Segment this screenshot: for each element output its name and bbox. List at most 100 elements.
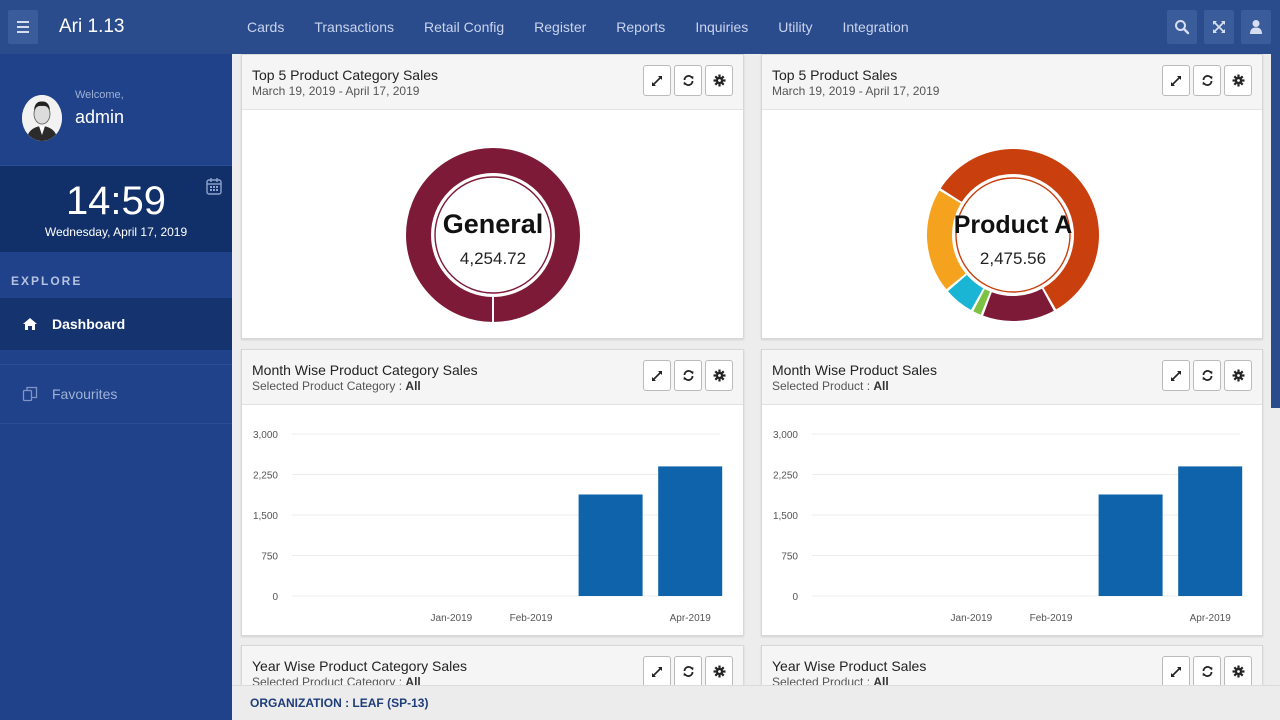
expand-button[interactable] [1162, 65, 1190, 96]
refresh-icon [683, 370, 693, 381]
top-bar: Ari 1.13 Cards Transactions Retail Confi… [0, 0, 1280, 54]
nav-integration[interactable]: Integration [827, 19, 923, 35]
top-category-sales-panel: Top 5 Product Category Sales March 19, 2… [241, 54, 744, 339]
category-donut-chart: General 4,254.72 [406, 148, 580, 322]
panel-date-range: March 19, 2019 - April 17, 2019 [772, 84, 940, 98]
x-tick-label: Jan-2019 [951, 613, 993, 624]
nav-reports[interactable]: Reports [601, 19, 680, 35]
gear-icon [1232, 74, 1244, 87]
expand-button[interactable] [1162, 360, 1190, 391]
calendar-icon[interactable] [206, 177, 222, 195]
organization-label: ORGANIZATION : LEAF (SP-13) [250, 696, 429, 710]
donut-center-value: 4,254.72 [460, 249, 526, 268]
bar[interactable] [658, 466, 723, 596]
home-icon [23, 318, 37, 330]
fullscreen-icon [1213, 21, 1225, 33]
y-tick-label: 750 [781, 552, 798, 563]
settings-button[interactable] [1224, 656, 1252, 687]
refresh-icon [1202, 370, 1212, 381]
refresh-button[interactable] [1193, 65, 1221, 96]
y-tick-label: 750 [261, 552, 278, 563]
donut-slice[interactable] [927, 190, 966, 290]
user-panel: Welcome, admin [0, 54, 232, 166]
donut-slice[interactable] [983, 288, 1054, 321]
expand-icon [652, 370, 662, 381]
bar[interactable] [1098, 494, 1163, 596]
settings-button[interactable] [705, 65, 733, 96]
y-tick-label: 1,500 [253, 511, 278, 522]
sidebar-item-favourites[interactable]: Favourites [0, 364, 232, 424]
panel-title: Top 5 Product Category Sales [252, 67, 438, 83]
panel-date-range: March 19, 2019 - April 17, 2019 [252, 84, 420, 98]
panel-title: Year Wise Product Sales [772, 658, 927, 674]
month-product-bar-chart: 0 750 1,500 2,250 3,000 Jan-2019 Feb-2019 Apr-2… [773, 430, 1243, 624]
welcome-text: Welcome, [75, 89, 124, 101]
bar[interactable] [578, 494, 643, 596]
y-tick-label: 3,000 [773, 430, 798, 441]
clock-date: Wednesday, April 17, 2019 [44, 225, 188, 239]
panel-title: Top 5 Product Sales [772, 67, 898, 83]
menu-toggle-button[interactable] [8, 10, 38, 44]
page-scrollbar[interactable] [1271, 54, 1280, 408]
settings-button[interactable] [1224, 65, 1252, 96]
explore-section-label: EXPLORE [11, 274, 83, 288]
refresh-icon [683, 75, 693, 86]
settings-button[interactable] [1224, 360, 1252, 391]
panel-filter: Selected Product Category : All [252, 379, 421, 393]
refresh-button[interactable] [1193, 656, 1221, 687]
gear-icon [1232, 369, 1244, 382]
gear-icon [713, 665, 725, 678]
expand-button[interactable] [1162, 656, 1190, 687]
copy-icon [22, 386, 38, 402]
expand-button[interactable] [643, 65, 671, 96]
settings-button[interactable] [705, 656, 733, 687]
refresh-button[interactable] [674, 65, 702, 96]
y-tick-label: 0 [272, 592, 278, 603]
y-tick-label: 2,250 [773, 471, 798, 482]
sidebar: Welcome, admin 14:59 Wednesday, April 17… [0, 54, 232, 720]
sidebar-item-label: Favourites [52, 386, 118, 402]
refresh-button[interactable] [1193, 360, 1221, 391]
y-tick-label: 2,250 [253, 471, 278, 482]
y-tick-label: 0 [792, 592, 798, 603]
nav-inquiries[interactable]: Inquiries [680, 19, 763, 35]
settings-button[interactable] [705, 360, 733, 391]
refresh-button[interactable] [674, 656, 702, 687]
hamburger-icon [17, 21, 29, 23]
nav-transactions[interactable]: Transactions [299, 19, 409, 35]
user-menu-button[interactable] [1241, 10, 1271, 44]
expand-icon [652, 666, 662, 677]
user-avatar-icon [22, 95, 62, 141]
refresh-icon [1202, 666, 1212, 677]
x-tick-label: Feb-2019 [510, 613, 553, 624]
refresh-icon [683, 666, 693, 677]
nav-retail-config[interactable]: Retail Config [409, 19, 519, 35]
search-button[interactable] [1167, 10, 1197, 44]
expand-button[interactable] [643, 360, 671, 391]
month-wise-product-sales-panel: Month Wise Product Sales Selected Produc… [761, 349, 1263, 636]
user-icon [1250, 20, 1262, 34]
donut-center-value: 2,475.56 [980, 249, 1046, 268]
panel-filter: Selected Product : All [772, 379, 889, 393]
nav-utility[interactable]: Utility [763, 19, 827, 35]
fullscreen-button[interactable] [1204, 10, 1234, 44]
x-tick-label: Apr-2019 [670, 613, 712, 624]
month-wise-category-sales-panel: Month Wise Product Category Sales Select… [241, 349, 744, 636]
clock-time: 14:59 [65, 179, 167, 223]
nav-cards[interactable]: Cards [232, 19, 299, 35]
nav-register[interactable]: Register [519, 19, 601, 35]
donut-center-label: Product A [954, 211, 1073, 239]
expand-icon [1171, 370, 1181, 381]
sidebar-item-dashboard[interactable]: Dashboard [0, 298, 232, 350]
refresh-button[interactable] [674, 360, 702, 391]
clock-widget: 14:59 Wednesday, April 17, 2019 [0, 166, 232, 252]
expand-button[interactable] [643, 656, 671, 687]
top-product-sales-panel: Top 5 Product Sales March 19, 2019 - Apr… [761, 54, 1263, 339]
y-tick-label: 3,000 [253, 430, 278, 441]
expand-icon [652, 75, 662, 86]
refresh-icon [1202, 75, 1212, 86]
gear-icon [713, 74, 725, 87]
avatar[interactable] [22, 95, 62, 141]
bar[interactable] [1178, 466, 1243, 596]
sidebar-item-label: Dashboard [52, 316, 126, 332]
